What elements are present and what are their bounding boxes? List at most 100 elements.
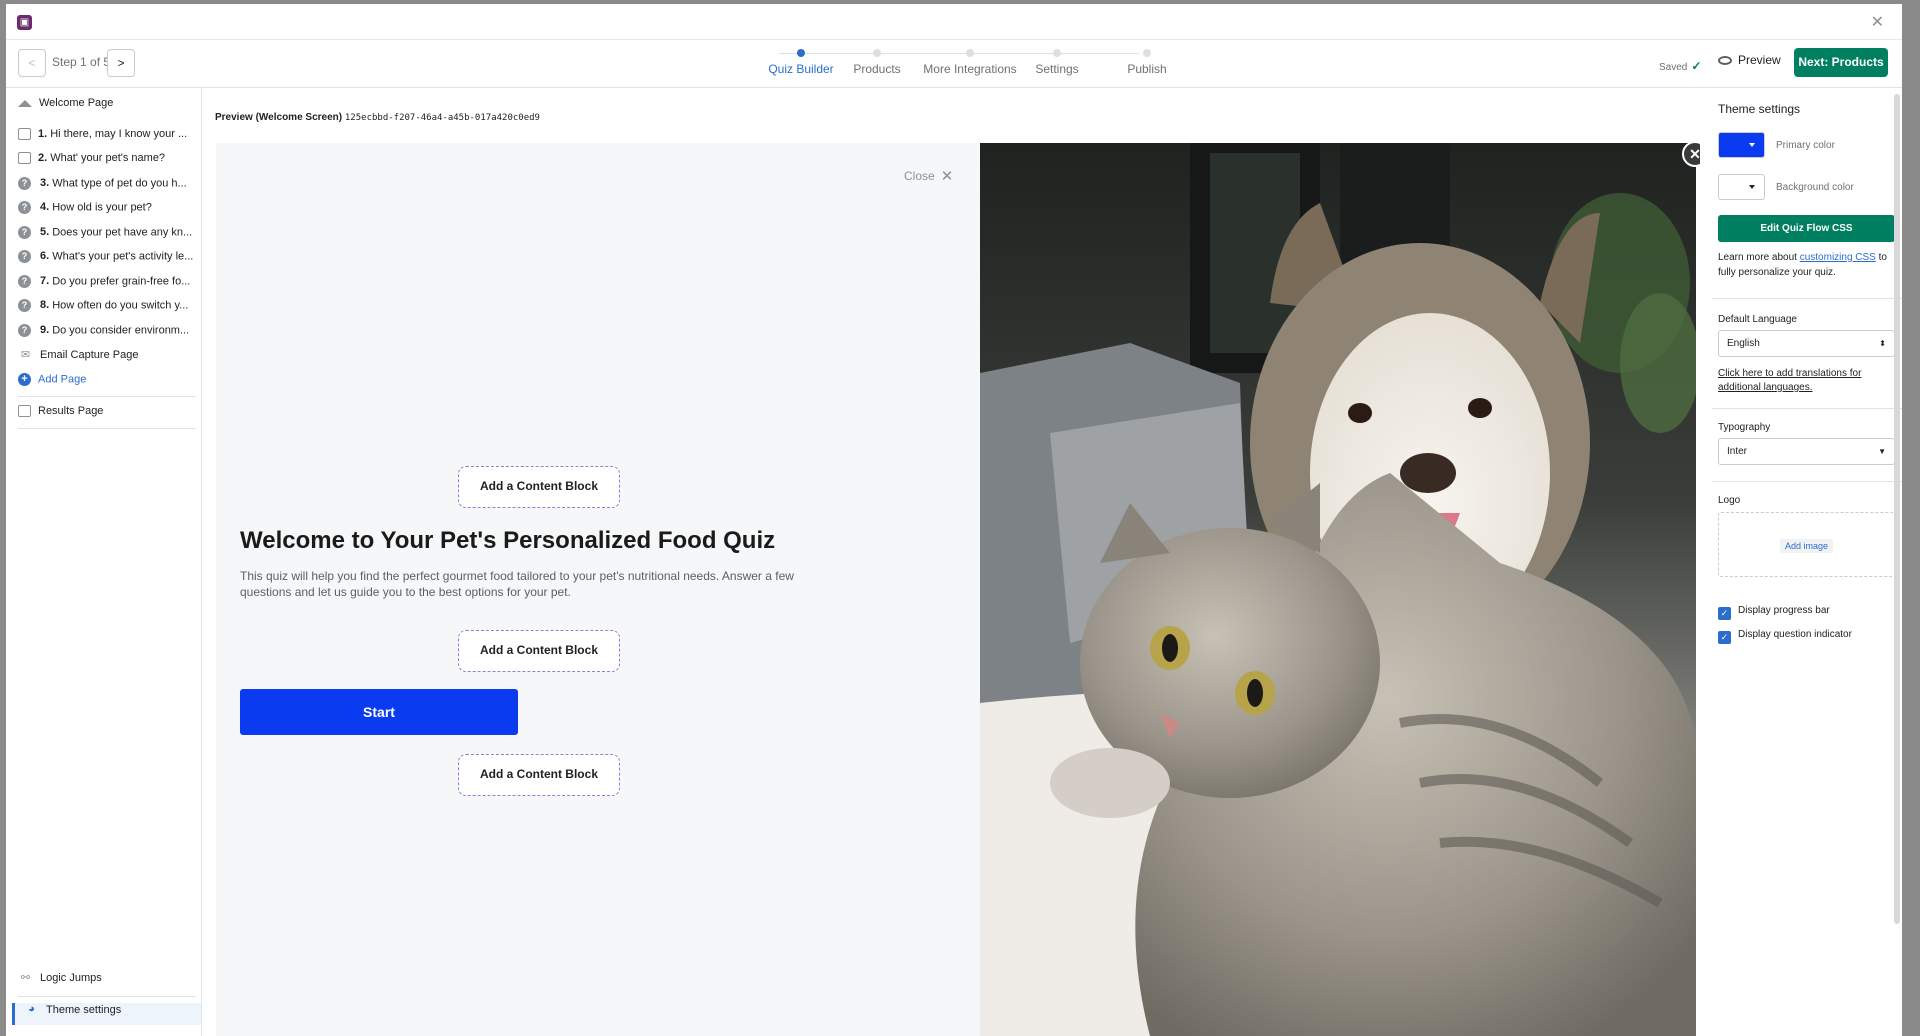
question-mark-icon: ?	[18, 177, 31, 190]
sidebar-item-label: Logic Jumps	[40, 971, 102, 984]
question-number: 6.	[40, 250, 50, 263]
next-products-button[interactable]: Next: Products	[1794, 48, 1888, 77]
chevron-left-icon: <	[28, 56, 36, 70]
add-image-button[interactable]: Add image	[1780, 539, 1834, 553]
question-number: 9.	[40, 324, 50, 337]
panel-divider	[1712, 481, 1902, 482]
sidebar-item-welcome[interactable]: Welcome Page	[18, 97, 198, 119]
sidebar-item-results[interactable]: Results Page	[18, 405, 198, 427]
envelope-icon: ✉	[20, 349, 31, 361]
translations-link[interactable]: Click here to add translations for addit…	[1718, 367, 1888, 395]
step-publish[interactable]: Publish	[1087, 48, 1207, 76]
saved-status: Saved ✓	[1659, 59, 1701, 73]
preview-button[interactable]: Preview	[1718, 53, 1781, 67]
sidebar-item-label: Welcome Page	[39, 97, 114, 109]
step-dot	[966, 49, 974, 57]
preview-label: Preview (Welcome Screen)	[215, 112, 343, 123]
step-dot	[873, 49, 881, 57]
question-mark-icon: ?	[18, 324, 31, 337]
sidebar-item-email-capture[interactable]: ✉ Email Capture Page	[18, 348, 198, 370]
checklist-icon	[18, 405, 31, 418]
sidebar-item-label: How old is your pet?	[52, 201, 152, 214]
sidebar-item-question-6[interactable]: ? 6. What's your pet's activity le...	[18, 250, 198, 272]
step-dot	[1143, 49, 1151, 57]
sidebar-item-question-7[interactable]: ? 7. Do you prefer grain-free fo...	[18, 275, 198, 297]
background-color-picker[interactable]	[1718, 174, 1765, 200]
text-input-icon	[18, 152, 31, 165]
sidebar-item-logic-jumps[interactable]: ⚯ Logic Jumps	[18, 971, 198, 993]
question-mark-icon: ?	[18, 299, 31, 312]
sidebar-item-label: Theme settings	[46, 1003, 122, 1016]
add-page-button[interactable]: + Add Page	[18, 373, 198, 395]
background-color-label: Background color	[1776, 182, 1854, 193]
add-page-label: Add Page	[38, 373, 87, 386]
quiz-title[interactable]: Welcome to Your Pet's Personalized Food …	[240, 527, 775, 555]
sidebar-item-theme-settings[interactable]: ◕ Theme settings	[12, 1003, 201, 1025]
css-note-text: Learn more about	[1718, 252, 1800, 263]
eye-icon	[1718, 56, 1732, 65]
sidebar-item-label: Do you consider environm...	[52, 324, 190, 337]
theme-settings-panel: Theme settings Primary color Background …	[1700, 88, 1902, 1036]
preview-label: Preview	[1738, 53, 1781, 67]
sidebar-item-question-3[interactable]: ? 3. What type of pet do you h...	[18, 177, 198, 199]
chevron-down-icon: ▼	[1878, 447, 1886, 456]
sidebar-divider	[18, 996, 196, 997]
close-button[interactable]: Close ✕	[904, 167, 953, 185]
question-number: 5.	[40, 226, 50, 239]
add-content-block-button[interactable]: Add a Content Block	[458, 754, 620, 796]
sidebar-item-label: What type of pet do you h...	[52, 177, 187, 190]
checkmark-icon: ✓	[1718, 631, 1731, 644]
panel-divider	[1712, 408, 1902, 409]
progress-stepper: Quiz Builder Products More Integrations …	[741, 48, 1167, 80]
start-button[interactable]: Start	[240, 689, 518, 735]
sidebar-item-label: How often do you switch y...	[52, 299, 189, 312]
progress-bar-checkbox[interactable]: ✓ Display progress bar	[1718, 605, 1830, 620]
primary-color-picker[interactable]	[1718, 132, 1765, 158]
logo-dropzone[interactable]: Add image	[1718, 512, 1895, 577]
question-number: 8.	[40, 299, 50, 312]
branch-icon: ⚯	[20, 972, 31, 984]
sidebar-item-question-2[interactable]: 2. What' your pet's name?	[18, 152, 198, 174]
sidebar-item-label: What' your pet's name?	[50, 152, 166, 164]
question-number: 4.	[40, 201, 50, 214]
checkmark-icon: ✓	[1718, 607, 1731, 620]
sidebar-item-question-4[interactable]: ? 4. How old is your pet?	[18, 201, 198, 223]
question-number: 7.	[40, 275, 50, 288]
language-select[interactable]: English ⬍	[1718, 330, 1895, 357]
edit-css-button[interactable]: Edit Quiz Flow CSS	[1718, 215, 1895, 242]
home-icon	[18, 99, 32, 107]
sidebar-item-question-5[interactable]: ? 5. Does your pet have any kn...	[18, 226, 198, 248]
typography-select[interactable]: Inter ▼	[1718, 438, 1895, 465]
question-number: 1.	[38, 128, 48, 140]
chevron-down-icon	[1749, 143, 1755, 147]
primary-color-label: Primary color	[1776, 140, 1835, 151]
add-content-block-button[interactable]: Add a Content Block	[458, 630, 620, 672]
question-indicator-checkbox[interactable]: ✓ Display question indicator	[1718, 629, 1852, 644]
sidebar-item-question-1[interactable]: 1. Hi there, may I know your ...	[18, 128, 198, 150]
next-step-button[interactable]: >	[107, 49, 135, 77]
question-number: 2.	[38, 152, 48, 164]
sidebar-item-question-8[interactable]: ? 8. How often do you switch y...	[18, 299, 198, 321]
prev-step-button[interactable]: <	[18, 49, 46, 77]
sidebar-item-question-9[interactable]: ? 9. Do you consider environm...	[18, 324, 198, 346]
sidebar-item-label: Does your pet have any kn...	[52, 226, 193, 239]
preview-header: Preview (Welcome Screen) 125ecbbd-f207-4…	[215, 112, 540, 123]
language-value: English	[1727, 338, 1760, 349]
scrollbar[interactable]	[1894, 94, 1900, 924]
check-icon: ✓	[1691, 59, 1702, 73]
add-content-block-button[interactable]: Add a Content Block	[458, 466, 620, 508]
quiz-description[interactable]: This quiz will help you find the perfect…	[240, 568, 830, 600]
window-close-icon[interactable]: ✕	[1871, 12, 1884, 32]
step-label: Publish	[1127, 62, 1167, 76]
app-logo-icon: ▣	[17, 15, 32, 30]
panel-title: Theme settings	[1718, 102, 1801, 116]
sidebar-item-label: Do you prefer grain-free fo...	[52, 275, 191, 288]
customizing-css-link[interactable]: customizing CSS	[1800, 252, 1876, 263]
sidebar-item-label: Email Capture Page	[40, 348, 139, 361]
preview-canvas: Preview (Welcome Screen) 125ecbbd-f207-4…	[208, 88, 1708, 1036]
language-label: Default Language	[1718, 314, 1797, 325]
typography-label: Typography	[1718, 422, 1771, 433]
top-toolbar: < Step 1 of 5 > Quiz Builder Products Mo…	[6, 40, 1902, 88]
chevron-down-icon	[1749, 185, 1755, 189]
question-number: 3.	[40, 177, 50, 190]
